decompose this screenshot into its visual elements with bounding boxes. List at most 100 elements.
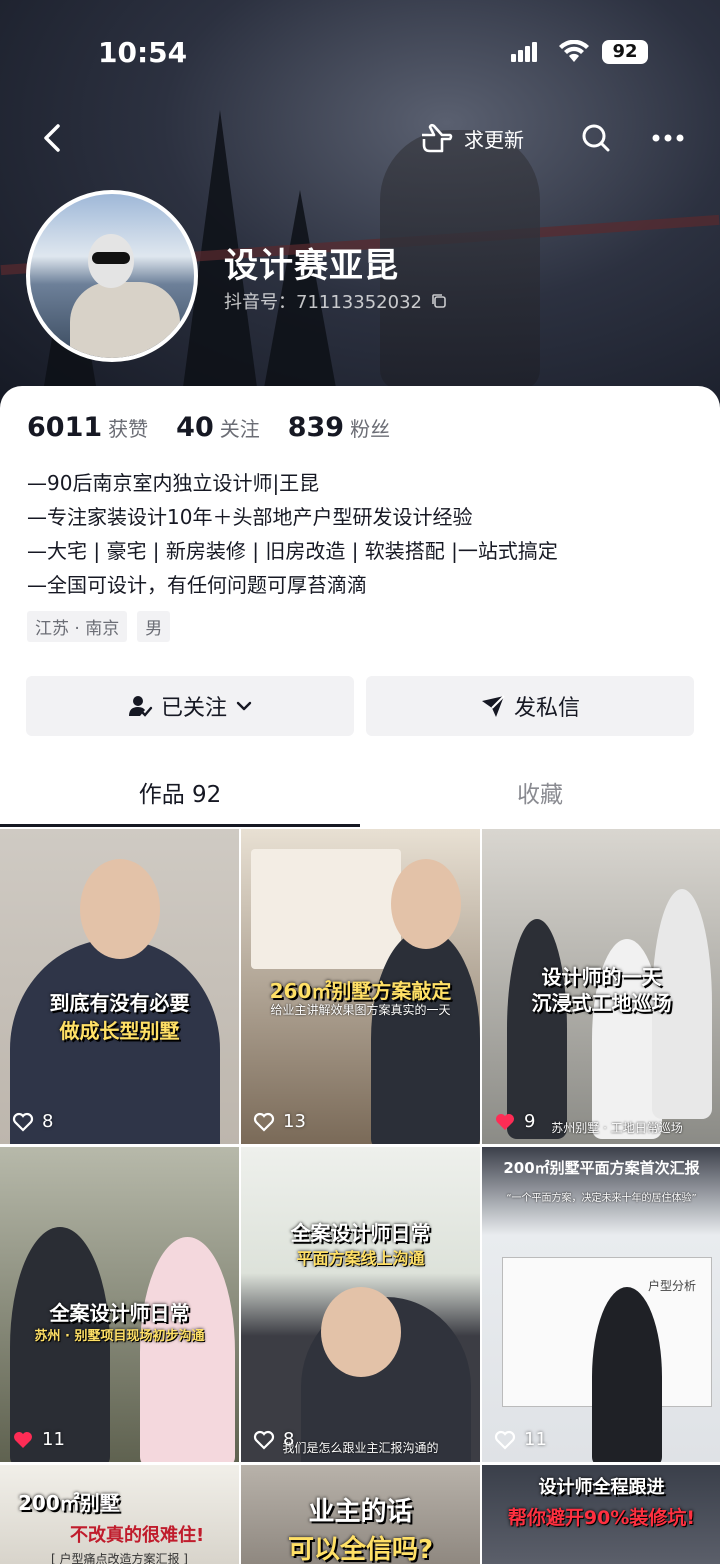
stat-followers-number: 839: [287, 412, 345, 443]
bio-line: —大宅 | 豪宅 | 新房装修 | 旧房改造 | 软装搭配 |一站式搞定: [27, 539, 558, 563]
video-caption: 全案设计师日常: [49, 1301, 190, 1325]
video-caption: 做成长型别墅: [59, 1019, 180, 1043]
search-icon: [582, 124, 610, 152]
tab-favorites[interactable]: 收藏: [360, 766, 720, 824]
video-caption: 苏州 · 别墅项目现场初步沟通: [34, 1329, 205, 1344]
video-likes: 13: [253, 1111, 306, 1132]
tab-active-indicator: [0, 824, 360, 827]
request-update-button[interactable]: 求更新: [418, 120, 524, 156]
video-thumbnail[interactable]: 设计师的一天 沉浸式工地巡场 苏州别墅 · 工地日常巡场 9: [482, 829, 720, 1144]
video-thumbnail[interactable]: 全案设计师日常 苏州 · 别墅项目现场初步沟通 11: [0, 1147, 239, 1462]
status-bar: 10:54 92: [0, 34, 720, 74]
stat-followers[interactable]: 839 粉丝: [288, 412, 390, 443]
top-nav: 求更新: [0, 112, 720, 164]
video-caption: 业主的话: [308, 1497, 413, 1527]
request-update-label: 求更新: [464, 127, 524, 152]
video-subcaption: [ 户型痛点改造方案汇报 ]: [51, 1552, 188, 1564]
bio-line: —90后南京室内独立设计师|王昆: [27, 471, 320, 495]
cover-person: [380, 130, 540, 390]
video-subcaption: 给业主讲解效果图方案真实的一天: [270, 1003, 451, 1017]
back-button[interactable]: [36, 118, 76, 158]
video-thumbnail[interactable]: 200㎡别墅 不改真的很难住! [ 户型痛点改造方案汇报 ]: [0, 1465, 239, 1564]
video-person-head: [321, 1287, 401, 1377]
video-person: [371, 929, 480, 1144]
heart-outline-icon: [494, 1430, 516, 1450]
avatar-sunglasses: [92, 252, 130, 264]
stat-likes-label: 获赞: [108, 417, 149, 441]
video-likes-count: 11: [524, 1429, 547, 1450]
video-caption: 沉浸式工地巡场: [531, 991, 672, 1015]
heart-filled-icon: [496, 1113, 514, 1130]
more-dots-icon: [652, 134, 684, 142]
profile-name: 设计赛亚昆: [224, 246, 399, 286]
video-living-room: [251, 849, 401, 969]
stat-likes-number: 6011: [27, 412, 103, 443]
video-thumbnail[interactable]: 到底有没有必要 做成长型别墅 8: [0, 829, 239, 1144]
video-likes-count: 8: [283, 1429, 295, 1450]
tab-works[interactable]: 作品 92: [0, 766, 360, 824]
profile-stats: 6011 获赞 40 关注 839 粉丝: [27, 412, 390, 443]
douyin-id[interactable]: 抖音号：71113352032: [224, 288, 448, 314]
signal-icon: [511, 42, 539, 62]
video-person: [140, 1237, 235, 1462]
stat-following[interactable]: 40 关注: [176, 412, 260, 443]
wifi-icon: [558, 39, 590, 68]
video-likes: 11: [494, 1429, 547, 1450]
video-subcaption: 户型分析: [647, 1279, 696, 1293]
video-likes-count: 11: [42, 1429, 65, 1450]
avatar-figure-body: [70, 282, 180, 358]
video-caption: 全案设计师日常: [290, 1221, 431, 1245]
video-subcaption: 苏州别墅 · 工地日常巡场: [551, 1121, 683, 1135]
stat-following-label: 关注: [219, 417, 260, 441]
user-check-icon: [128, 696, 153, 717]
location-tag[interactable]: 江苏 · 南京: [27, 611, 128, 642]
video-person: [10, 1227, 110, 1462]
video-thumbnail[interactable]: 业主的话 可以全信吗?: [241, 1465, 480, 1564]
video-caption: 200㎡别墅: [18, 1491, 120, 1515]
chevron-down-icon: [236, 701, 252, 711]
video-person: [507, 919, 567, 1139]
followed-button-label: 已关注: [160, 696, 227, 721]
message-button[interactable]: 发私信: [366, 676, 694, 736]
video-person-head: [391, 859, 461, 949]
video-likes: 9: [494, 1111, 535, 1132]
stat-followers-label: 粉丝: [350, 417, 391, 441]
video-person: [592, 1287, 662, 1462]
chevron-left-icon: [44, 124, 60, 152]
heart-outline-icon: [253, 1430, 275, 1450]
profile-bio: —90后南京室内独立设计师|王昆 —专注家装设计10年＋头部地产户型研发设计经验…: [27, 466, 558, 602]
video-caption: 平面方案线上沟通: [296, 1249, 425, 1268]
profile-tags: 江苏 · 南京 男: [27, 611, 171, 642]
video-caption: 200㎡别墅平面方案首次汇报: [503, 1159, 700, 1177]
more-button[interactable]: [648, 120, 688, 156]
video-caption: 到底有没有必要: [49, 991, 190, 1015]
heart-outline-icon: [253, 1112, 275, 1132]
heart-filled-icon: [14, 1431, 32, 1448]
video-likes: 8: [12, 1111, 53, 1132]
video-caption: 可以全信吗?: [287, 1535, 434, 1564]
video-thumbnail[interactable]: 200㎡别墅平面方案首次汇报 “一个平面方案，决定未来十年的居住体验” 户型分析…: [482, 1147, 720, 1462]
followed-button[interactable]: 已关注: [26, 676, 354, 736]
send-icon: [481, 695, 505, 717]
video-likes-count: 13: [283, 1111, 306, 1132]
search-button[interactable]: [578, 120, 614, 156]
video-caption: 设计师全程跟进: [538, 1477, 665, 1498]
video-thumbnail[interactable]: 260㎡别墅方案敲定 给业主讲解效果图方案真实的一天 13: [241, 829, 480, 1144]
stat-likes[interactable]: 6011 获赞: [27, 412, 148, 443]
video-caption: 260㎡别墅方案敲定: [269, 979, 452, 1003]
video-person-head: [80, 859, 160, 959]
video-thumbnail[interactable]: 设计师全程跟进 帮你避开90%装修坑!: [482, 1465, 720, 1564]
video-caption: 设计师的一天: [541, 965, 662, 989]
status-time: 10:54: [98, 36, 188, 69]
douyin-id-text: 抖音号：71113352032: [224, 292, 422, 313]
bio-line: —专注家装设计10年＋头部地产户型研发设计经验: [27, 505, 473, 529]
video-subcaption: “一个平面方案，决定未来十年的居住体验”: [506, 1193, 697, 1204]
copy-icon[interactable]: [430, 292, 448, 310]
video-thumbnail[interactable]: 全案设计师日常 平面方案线上沟通 我们是怎么跟业主汇报沟通的 8: [241, 1147, 480, 1462]
video-likes: 8: [253, 1429, 294, 1450]
video-likes-count: 8: [42, 1111, 54, 1132]
stat-following-number: 40: [176, 412, 214, 443]
pointing-hand-icon: [422, 123, 453, 153]
video-likes: 11: [12, 1429, 65, 1450]
profile-avatar[interactable]: [26, 190, 198, 362]
